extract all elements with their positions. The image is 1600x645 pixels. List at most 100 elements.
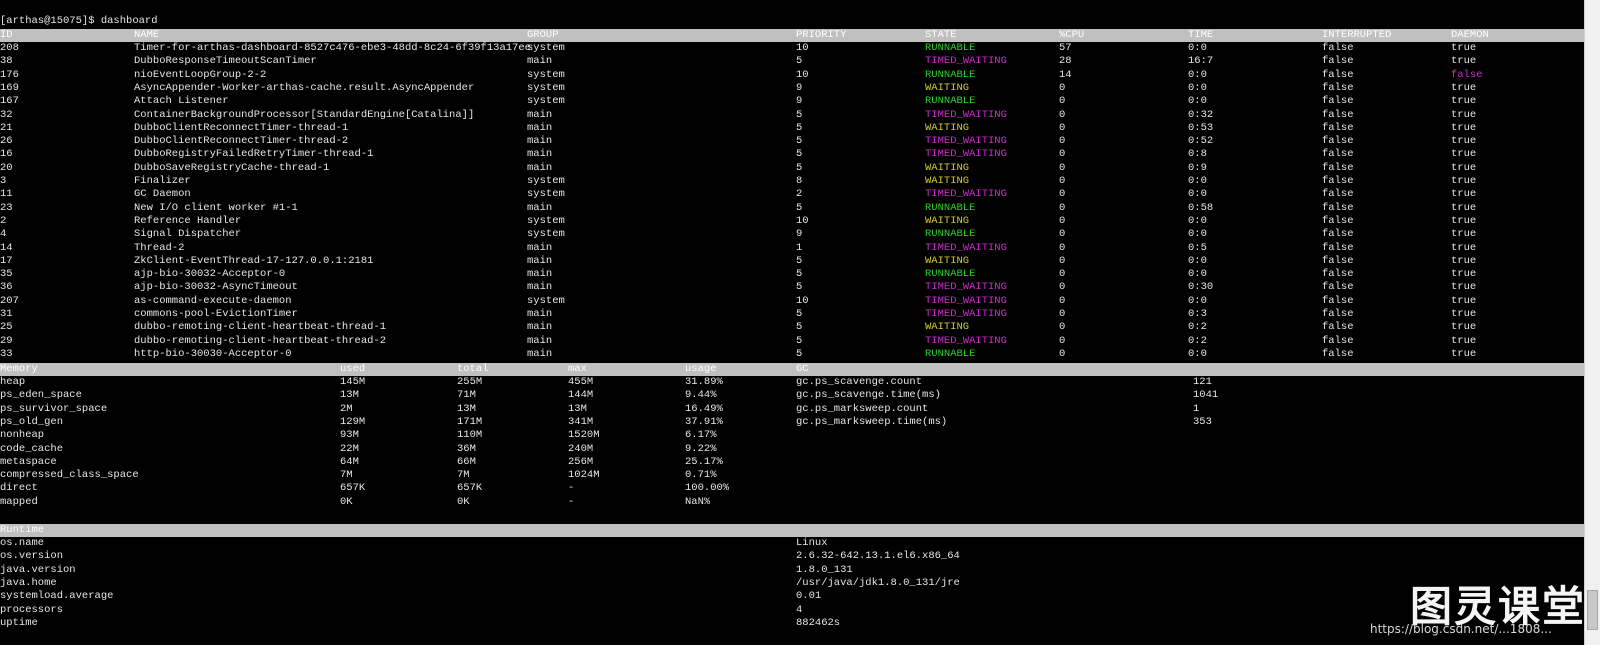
column-header-interrupted: INTERRUPTED xyxy=(1322,29,1392,41)
thread-table-header: ID NAME GROUP PRIORITY STATE %CPU TIME INTERRUP… xyxy=(0,29,1585,42)
thread-cpu: 0 xyxy=(1059,148,1066,161)
thread-name: DubboRegistryFailedRetryTimer-thread-1 xyxy=(134,148,374,161)
thread-priority: 10 xyxy=(796,294,809,307)
thread-state: TIMED_WAITING xyxy=(925,135,1007,148)
thread-cpu: 0 xyxy=(1059,135,1066,148)
thread-row: 29 dubbo-remoting-client-heartbeat-thread… xyxy=(0,335,1585,348)
thread-interrupted: false xyxy=(1322,201,1354,214)
memory-total: 36M xyxy=(457,442,476,455)
runtime-header-label: Runtime xyxy=(0,524,45,536)
thread-group: system xyxy=(527,81,565,94)
thread-cpu: 14 xyxy=(1059,68,1072,81)
watermark-url: https://blog.csdn.net/...1808... xyxy=(1370,622,1552,636)
thread-id: 32 xyxy=(0,108,13,121)
thread-interrupted: false xyxy=(1322,95,1354,108)
thread-priority: 5 xyxy=(796,148,803,161)
thread-row: 17 ZkClient-EventThread-17-127.0.0.1:2181… xyxy=(0,255,1585,268)
column-header-time: TIME xyxy=(1188,29,1214,41)
thread-cpu: 0 xyxy=(1059,228,1066,241)
memory-usage: 37.91% xyxy=(685,415,723,428)
memory-usage: 25.17% xyxy=(685,455,723,468)
thread-name: ContainerBackgroundProcessor[StandardEng… xyxy=(134,108,475,121)
memory-usage: 16.49% xyxy=(685,402,723,415)
thread-interrupted: false xyxy=(1322,228,1354,241)
runtime-key: uptime xyxy=(0,616,38,629)
thread-cpu: 0 xyxy=(1059,81,1066,94)
column-header-used: used xyxy=(340,363,366,375)
thread-state: RUNNABLE xyxy=(925,68,976,81)
runtime-value: 4 xyxy=(796,603,803,616)
memory-area: heap xyxy=(0,376,26,388)
thread-priority: 5 xyxy=(796,121,803,134)
thread-row: 25 dubbo-remoting-client-heartbeat-thread… xyxy=(0,321,1585,334)
thread-time: 0:8 xyxy=(1188,148,1207,161)
memory-total: 110M xyxy=(457,429,483,442)
thread-row: 14 Thread-2 main 1 TIMED_WAITING 0 0:5 false tru… xyxy=(0,242,1585,255)
memory-total: 255M xyxy=(457,376,483,388)
thread-name: as-command-execute-daemon xyxy=(134,294,292,307)
thread-daemon: true xyxy=(1451,228,1477,241)
thread-interrupted: false xyxy=(1322,55,1354,68)
memory-usage: 9.22% xyxy=(685,442,717,455)
memory-used: 0K xyxy=(340,495,353,508)
thread-name: Signal Dispatcher xyxy=(134,228,242,241)
thread-group: system xyxy=(527,214,565,227)
memory-row: code_cache 22M 36M 240M 9.22% xyxy=(0,443,1585,456)
terminal-window[interactable]: [arthas@15075]$ dashboard ID NAME GROUP PRI… xyxy=(0,0,1585,645)
thread-id: 31 xyxy=(0,308,13,320)
thread-name: ZkClient-EventThread-17-127.0.0.1:2181 xyxy=(134,254,374,267)
thread-time: 0:2 xyxy=(1188,334,1207,347)
thread-time: 0:3 xyxy=(1188,308,1207,320)
thread-cpu: 0 xyxy=(1059,161,1066,174)
thread-group: main xyxy=(527,108,553,121)
thread-state: RUNNABLE xyxy=(925,201,976,214)
runtime-key: processors xyxy=(0,603,64,616)
thread-group: main xyxy=(527,254,553,267)
thread-id: 176 xyxy=(0,68,19,81)
thread-priority: 9 xyxy=(796,95,803,108)
thread-group: system xyxy=(527,175,565,187)
thread-time: 0:0 xyxy=(1188,188,1207,201)
column-header-id: ID xyxy=(0,29,13,41)
thread-interrupted: false xyxy=(1322,175,1354,187)
column-header-priority: PRIORITY xyxy=(796,29,847,41)
memory-total: 657K xyxy=(457,482,483,495)
column-header-state: STATE xyxy=(925,29,957,41)
vertical-scrollbar[interactable] xyxy=(1584,0,1600,645)
thread-group: main xyxy=(527,201,553,214)
thread-cpu: 0 xyxy=(1059,241,1066,254)
thread-daemon: true xyxy=(1451,161,1477,174)
thread-group: main xyxy=(527,121,553,134)
memory-usage: 31.89% xyxy=(685,376,723,388)
memory-table-header: Memory used total max usage GC xyxy=(0,363,1585,376)
thread-group: system xyxy=(527,294,565,307)
runtime-table-header: Runtime xyxy=(0,524,1585,537)
gc-metric-value: 353 xyxy=(1193,415,1212,428)
thread-priority: 10 xyxy=(796,68,809,81)
thread-daemon: true xyxy=(1451,135,1477,148)
thread-interrupted: false xyxy=(1322,254,1354,267)
thread-interrupted: false xyxy=(1322,135,1354,148)
thread-interrupted: false xyxy=(1322,281,1354,294)
thread-id: 208 xyxy=(0,42,19,54)
thread-name: New I/O client worker #1-1 xyxy=(134,201,298,214)
column-header-gc: GC xyxy=(796,363,809,375)
thread-row: 2 Reference Handler system 10 WAITING 0 0:0 fal… xyxy=(0,215,1585,228)
thread-id: 16 xyxy=(0,148,13,161)
thread-group: main xyxy=(527,347,553,360)
thread-cpu: 0 xyxy=(1059,201,1066,214)
thread-group: system xyxy=(527,42,565,54)
memory-row: nonheap 93M 110M 1520M 6.17% xyxy=(0,429,1585,442)
thread-interrupted: false xyxy=(1322,42,1354,54)
thread-name: DubboSaveRegistryCache-thread-1 xyxy=(134,161,330,174)
thread-row: 23 New I/O client worker #1-1 main 5 RUNNABL… xyxy=(0,202,1585,215)
thread-group: main xyxy=(527,281,553,294)
scrollbar-thumb[interactable] xyxy=(1587,590,1598,630)
runtime-value: 882462s xyxy=(796,616,841,629)
memory-row: direct 657K 657K - 100.00% xyxy=(0,482,1585,495)
runtime-row: os.version 2.6.32-642.13.1.el6.x86_64 xyxy=(0,550,1585,563)
thread-id: 4 xyxy=(0,228,7,241)
thread-state: WAITING xyxy=(925,321,970,334)
thread-name: DubboResponseTimeoutScanTimer xyxy=(134,55,317,68)
thread-time: 0:52 xyxy=(1188,135,1214,148)
